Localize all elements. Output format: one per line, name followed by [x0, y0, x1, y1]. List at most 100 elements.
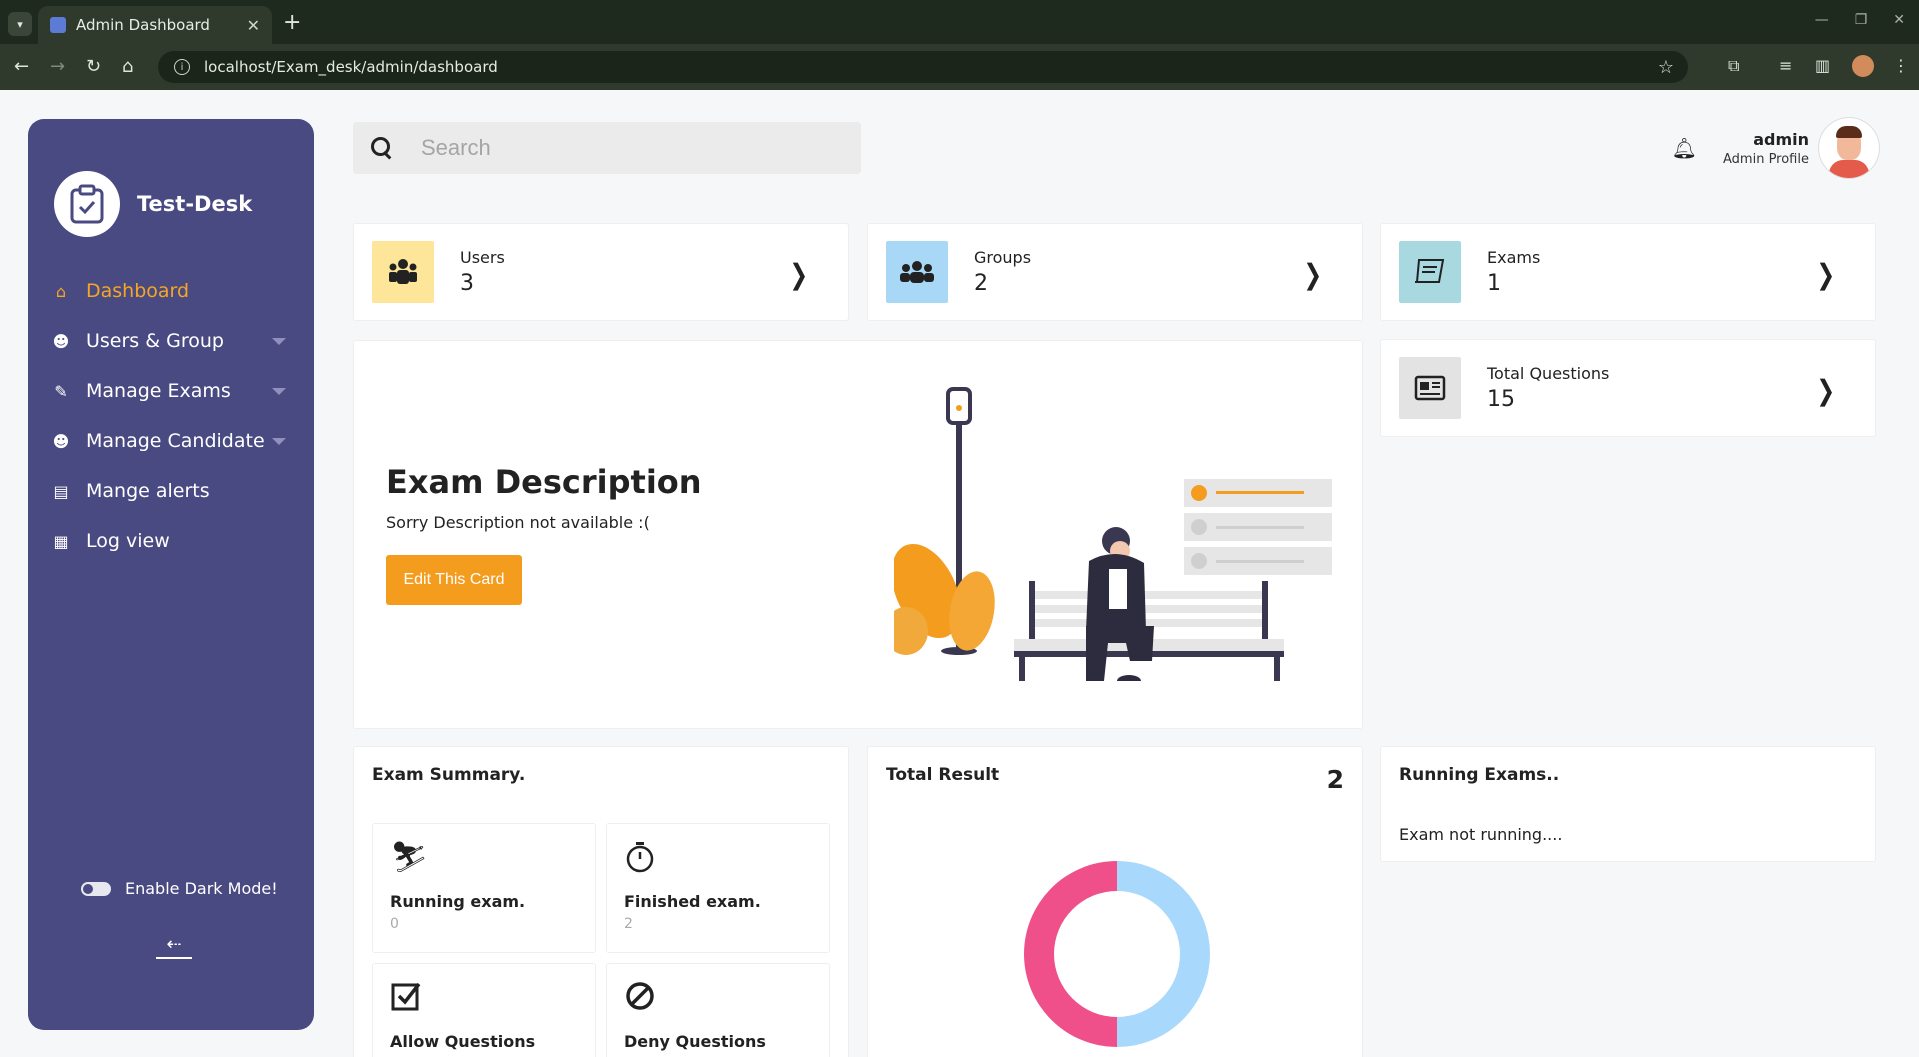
chevron-right-icon[interactable]: ❯: [1303, 258, 1322, 291]
search-bar: [353, 122, 861, 174]
stat-card-exams[interactable]: Exams 1 ❯: [1380, 223, 1876, 321]
tab-title: Admin Dashboard: [76, 16, 210, 34]
toggle-switch[interactable]: [81, 881, 111, 896]
brand[interactable]: Test-Desk: [54, 171, 252, 237]
avatar[interactable]: [1819, 118, 1879, 178]
new-tab-button[interactable]: +: [283, 10, 301, 35]
edit-card-button[interactable]: Edit This Card: [386, 555, 522, 605]
description-title: Exam Description: [386, 463, 702, 501]
stat-label: Exams: [1487, 248, 1541, 267]
sidebar-item-label: Log view: [86, 530, 170, 552]
site-info-icon[interactable]: i: [174, 59, 190, 75]
home-icon[interactable]: ⌂: [122, 56, 133, 77]
stat-value: 2: [974, 271, 988, 296]
chevron-right-icon[interactable]: ❯: [1816, 374, 1835, 407]
dark-mode-toggle[interactable]: Enable Dark Mode!: [81, 879, 278, 898]
media-icon[interactable]: ≡: [1779, 56, 1792, 75]
donut-segment-pass: [1117, 861, 1210, 1047]
stat-label: Users: [460, 248, 505, 267]
summary-label: Allow Questions: [390, 1032, 536, 1051]
minimize-icon[interactable]: —: [1815, 12, 1829, 28]
bookmark-star-icon[interactable]: ☆: [1658, 57, 1674, 78]
user-role: Admin Profile: [1723, 151, 1809, 167]
running-exams-card: Running Exams.. Exam not running....: [1380, 746, 1876, 862]
sidebar-item-label: Mange alerts: [86, 480, 210, 502]
sidebar-item-manage-candidate[interactable]: ☻ Manage Candidate: [52, 416, 292, 466]
donut-segment-fail: [1024, 861, 1117, 1047]
sidebar-item-label: Users & Group: [86, 330, 224, 352]
summary-value: 0: [390, 916, 399, 932]
reload-icon[interactable]: ↻: [86, 56, 101, 77]
search-input[interactable]: [421, 135, 821, 161]
chevron-right-icon[interactable]: ❯: [1816, 258, 1835, 291]
extensions-icon[interactable]: ⧉: [1728, 56, 1739, 76]
close-tab-icon[interactable]: ✕: [247, 16, 260, 35]
stat-card-groups[interactable]: Groups 2 ❯: [867, 223, 1363, 321]
total-result-card: Total Result 2: [867, 746, 1363, 1057]
sidebar-item-label: Dashboard: [86, 280, 190, 302]
panel-title: Total Result: [886, 765, 1000, 785]
close-window-icon[interactable]: ✕: [1893, 12, 1905, 28]
collapse-sidebar-icon[interactable]: ⇠: [156, 934, 192, 959]
user-area: 🔔︎ admin Admin Profile: [1672, 118, 1879, 178]
exam-summary-card: Exam Summary. ⛷︎ Running exam. 0 Finishe…: [353, 746, 849, 1057]
summary-allow-questions[interactable]: Allow Questions: [372, 963, 596, 1057]
browser-tab[interactable]: Admin Dashboard ✕: [38, 6, 272, 44]
alerts-icon: ▤: [53, 481, 69, 501]
running-exams-text: Exam not running....: [1399, 825, 1563, 844]
browser-profile-avatar[interactable]: [1852, 55, 1874, 77]
home-icon: ⌂: [55, 281, 67, 301]
url-text: localhost/Exam_desk/admin/dashboard: [204, 58, 498, 76]
forward-icon[interactable]: →: [50, 56, 65, 77]
exam-description-card: Exam Description Sorry Description not a…: [353, 340, 1363, 729]
dark-mode-label: Enable Dark Mode!: [125, 879, 278, 898]
back-icon[interactable]: ←: [14, 56, 29, 77]
summary-label: Running exam.: [390, 892, 526, 911]
summary-finished-exam[interactable]: Finished exam. 2: [606, 823, 830, 953]
scroll-icon: ✎: [54, 381, 68, 401]
sidebar-item-manage-exams[interactable]: ✎ Manage Exams: [52, 366, 292, 416]
stat-label: Groups: [974, 248, 1032, 267]
search-icon[interactable]: [371, 137, 393, 159]
sidebar-menu: ⌂ Dashboard ☻ Users & Group ✎ Manage Exa…: [52, 266, 292, 566]
caret-down-icon: [272, 438, 286, 445]
user-info[interactable]: admin Admin Profile: [1723, 130, 1809, 167]
users-icon: [372, 241, 434, 303]
window-controls: — ❐ ✕: [1815, 12, 1905, 28]
description-text: Sorry Description not available :(: [386, 513, 650, 532]
summary-running-exam[interactable]: ⛷︎ Running exam. 0: [372, 823, 596, 953]
clipboard-icon: ▦: [53, 531, 69, 551]
address-bar[interactable]: i localhost/Exam_desk/admin/dashboard ☆: [158, 51, 1688, 83]
tab-search-button[interactable]: ▾: [8, 12, 32, 36]
restore-icon[interactable]: ❐: [1855, 12, 1868, 28]
scroll-icon: [1399, 241, 1461, 303]
stat-value: 15: [1487, 387, 1515, 412]
clipboard-check-icon: [54, 171, 120, 237]
sidebar-item-dashboard[interactable]: ⌂ Dashboard: [52, 266, 292, 316]
caret-down-icon: [272, 388, 286, 395]
stat-value: 3: [460, 271, 474, 296]
stat-card-total-questions[interactable]: Total Questions 15 ❯: [1380, 339, 1876, 437]
stat-value: 1: [1487, 271, 1501, 296]
bench-illustration: [894, 387, 1332, 681]
checkbox-icon: [390, 980, 422, 1020]
candidates-icon: ☻: [52, 431, 70, 451]
users-icon: ☻: [52, 331, 70, 351]
summary-value: 2: [624, 916, 633, 932]
browser-toolbar: ← → ↻ ⌂ i localhost/Exam_desk/admin/dash…: [0, 44, 1919, 90]
bell-icon[interactable]: 🔔︎: [1672, 136, 1697, 160]
summary-label: Finished exam.: [624, 892, 761, 911]
stat-card-users[interactable]: Users 3 ❯: [353, 223, 849, 321]
sidebar-item-users-group[interactable]: ☻ Users & Group: [52, 316, 292, 366]
sidebar-item-alerts[interactable]: ▤ Mange alerts: [52, 466, 292, 516]
browser-menu-icon[interactable]: ⋮: [1893, 56, 1909, 75]
chevron-right-icon[interactable]: ❯: [789, 258, 808, 291]
newspaper-icon: [1399, 357, 1461, 419]
side-panel-icon[interactable]: ▥: [1815, 56, 1830, 75]
summary-deny-questions[interactable]: Deny Questions: [606, 963, 830, 1057]
ban-icon: [624, 980, 656, 1020]
sidebar-item-log-view[interactable]: ▦ Log view: [52, 516, 292, 566]
sidebar: Test-Desk ⌂ Dashboard ☻ Users & Group ✎ …: [28, 119, 314, 1030]
sidebar-item-label: Manage Exams: [86, 380, 231, 402]
result-donut-chart: [1024, 861, 1210, 1047]
